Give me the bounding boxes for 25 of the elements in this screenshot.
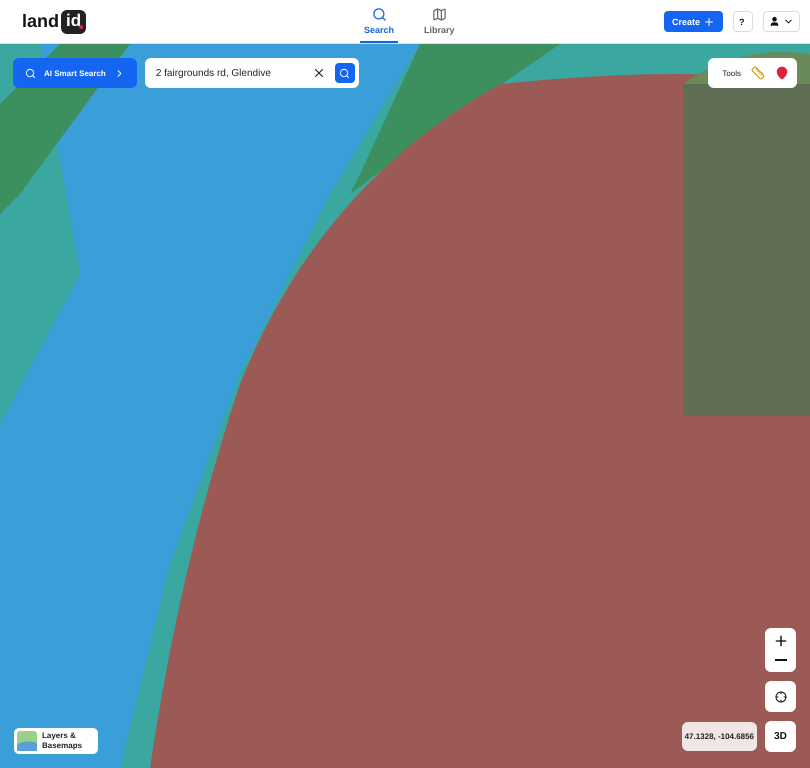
layers-button[interactable]: Layers & Basemaps	[14, 728, 98, 754]
account-button[interactable]	[763, 11, 800, 32]
tools-label: Tools	[722, 68, 741, 78]
plus-icon	[772, 633, 788, 649]
nav-tab[interactable]: Library	[420, 0, 459, 43]
search-icon	[339, 68, 350, 78]
map-icon	[432, 6, 447, 22]
logo-badge: id	[61, 10, 86, 34]
map-pin-icon[interactable]	[775, 66, 789, 80]
plus-icon	[703, 16, 715, 28]
search-button[interactable]	[334, 63, 355, 83]
help-button[interactable]: ?	[733, 11, 753, 32]
3d-view-button[interactable]: 3D	[765, 721, 796, 752]
search-icon	[372, 6, 387, 22]
minus-icon	[774, 659, 786, 661]
ai-smart-search-button[interactable]: AI Smart Search	[13, 58, 137, 88]
crosshair-icon	[774, 690, 786, 702]
user-icon	[769, 16, 780, 27]
search-icon	[25, 68, 36, 78]
create-button[interactable]: Create	[664, 11, 723, 32]
search-field[interactable]: 2 fairgrounds rd, Glendive	[144, 58, 359, 88]
map-thumbnail-icon	[17, 731, 37, 751]
coordinates-display: 47.1328, -104.6856	[682, 722, 757, 751]
locate-button[interactable]	[765, 681, 796, 712]
logo-text: land	[22, 11, 60, 32]
